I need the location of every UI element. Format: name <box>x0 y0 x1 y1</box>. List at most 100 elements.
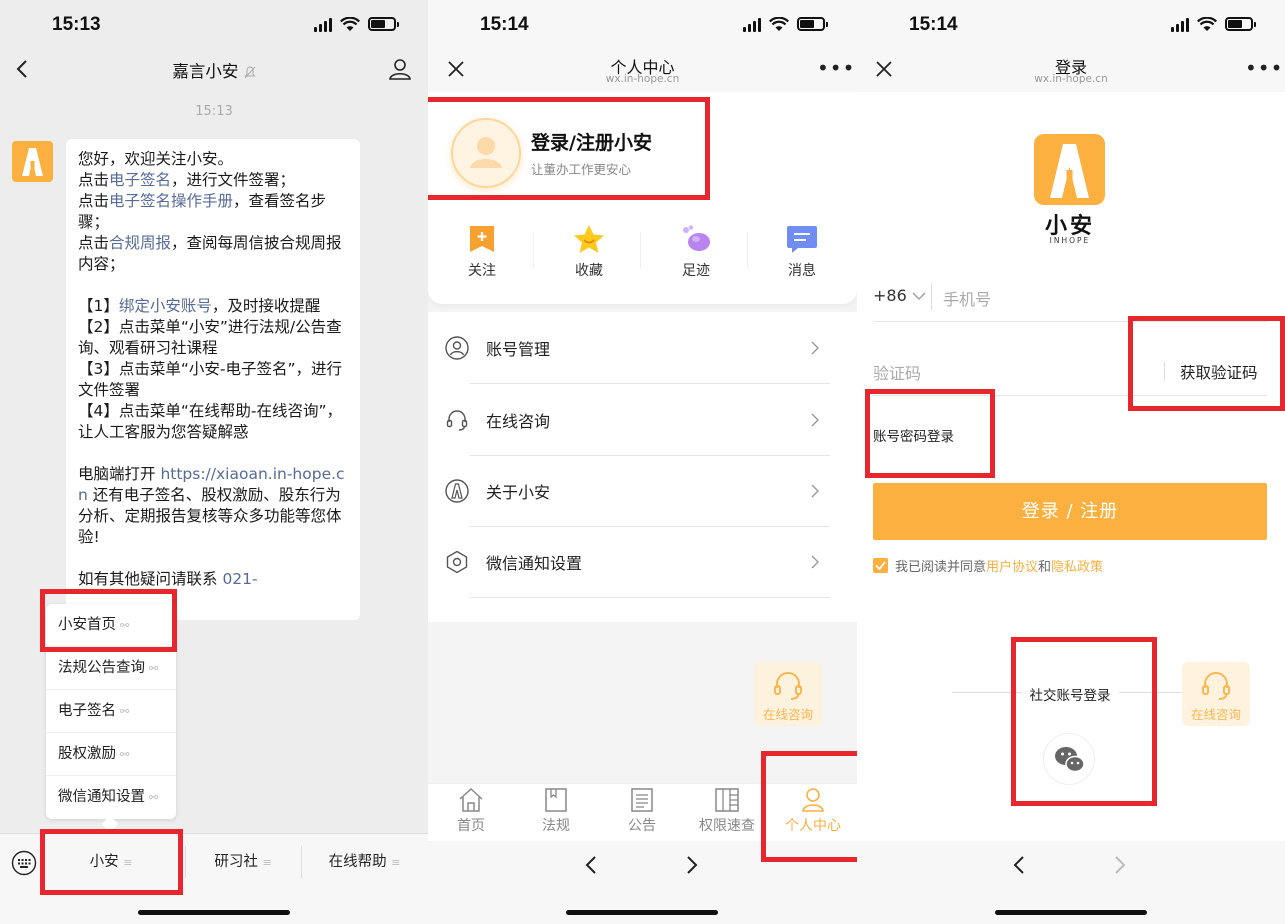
official-account-avatar[interactable] <box>12 141 53 182</box>
submenu-item-equity[interactable]: 股权激励 ⚯ <box>46 733 176 776</box>
wifi-icon <box>1197 16 1217 31</box>
battery-icon <box>797 17 828 31</box>
msg-line: 点击电子签名，进行文件签署； <box>78 171 296 189</box>
country-code-select[interactable]: +86 <box>873 286 926 305</box>
more-options-icon[interactable]: ••• <box>817 58 855 78</box>
logo-subtext: INHOPE <box>1049 236 1091 245</box>
keyboard-icon[interactable] <box>11 850 37 876</box>
user-agreement-link[interactable]: 用户协议 <box>986 560 1038 575</box>
default-avatar[interactable] <box>451 118 521 188</box>
row-about[interactable]: 关于小安 <box>428 455 857 526</box>
input-underline <box>873 395 1267 396</box>
msg-line: 【2】点击菜单“小安”进行法规/公告查询、观看研习社课程 <box>78 318 342 357</box>
page-domain: wx.in-hope.cn <box>1034 73 1108 85</box>
login-register-title[interactable]: 登录/注册小安 <box>531 128 652 155</box>
row-online-consult[interactable]: 在线咨询 <box>428 384 857 455</box>
menu-study[interactable]: 研习社 ≡ <box>185 850 301 875</box>
browser-forward-icon[interactable] <box>685 855 699 875</box>
status-time: 15:13 <box>52 14 101 35</box>
xiaoan-logo-icon <box>1050 144 1089 198</box>
login-subtitle: 让董办工作更安心 <box>531 162 632 177</box>
divider <box>533 232 534 268</box>
signal-icon <box>1171 16 1189 32</box>
check-icon <box>875 561 886 571</box>
phone-input[interactable]: 手机号 <box>943 286 991 310</box>
user-icon <box>802 788 824 812</box>
link-icon: ⚯ <box>149 791 159 804</box>
settings-hex-icon <box>446 550 468 573</box>
quick-messages[interactable]: 消息 <box>772 224 832 280</box>
divider <box>931 284 932 310</box>
floating-consult-button[interactable]: 在线咨询 <box>1182 662 1250 726</box>
row-account-management[interactable]: 账号管理 <box>428 312 857 383</box>
wechat-icon <box>1055 747 1085 773</box>
chat-screen: 15:13 嘉言小安 15:13 您好，欢迎关注小安。 点击电子签名，进行文件签… <box>0 0 428 924</box>
verification-code-input[interactable]: 验证码 <box>873 360 921 384</box>
headset-icon <box>774 672 802 700</box>
menu-glyph-icon: ≡ <box>391 856 401 869</box>
tab-regulations[interactable]: 法规 <box>513 787 599 835</box>
more-options-icon[interactable]: ••• <box>1245 58 1283 78</box>
bind-account-link[interactable]: 绑定小安账号 <box>119 297 212 315</box>
headset-icon <box>446 409 468 431</box>
user-placeholder-icon <box>470 137 502 168</box>
document-icon <box>631 788 653 812</box>
submenu-item-home[interactable]: 小安首页 ⚯ <box>46 604 176 647</box>
privacy-policy-link[interactable]: 隐私政策 <box>1051 560 1103 575</box>
browser-back-icon[interactable] <box>584 855 598 875</box>
link-icon: ⚯ <box>149 661 159 675</box>
login-screen: 15:14 登录 wx.in-hope.cn ••• 小安 INHOPE +86… <box>857 0 1285 924</box>
agreement-row: 我已阅读并同意用户协议和隐私政策 <box>873 556 1103 575</box>
e-sign-link[interactable]: 电子签名 <box>109 171 171 189</box>
status-time: 15:14 <box>480 14 529 35</box>
wechat-login-button[interactable] <box>1043 733 1095 785</box>
signal-icon <box>743 16 761 32</box>
get-code-button[interactable]: 获取验证码 <box>1180 361 1258 383</box>
tab-permission-lookup[interactable]: 权限速查 <box>684 787 770 835</box>
chevron-right-icon <box>811 484 819 498</box>
divider <box>1164 362 1165 380</box>
chat-title: 嘉言小安 <box>0 58 428 82</box>
quick-favorites[interactable]: 收藏 <box>559 224 619 280</box>
quick-footprint[interactable]: 足迹 <box>666 224 726 280</box>
submenu-popup: 小安首页 ⚯ 法规公告查询 ⚯ 电子签名 ⚯ 股权激励 ⚯ 微信通知设置 ⚯ <box>46 604 176 819</box>
account-icon <box>445 335 469 360</box>
menu-xiaoan[interactable]: 小安 ≡ <box>46 850 176 875</box>
msg-line: 【1】绑定小安账号，及时接收提醒 <box>78 297 321 315</box>
divider <box>747 232 748 268</box>
chat-timestamp: 15:13 <box>195 104 233 119</box>
profile-icon[interactable] <box>388 58 412 80</box>
status-time: 15:14 <box>909 14 958 35</box>
e-sign-manual-link[interactable]: 电子签名操作手册 <box>109 192 233 210</box>
phone-link[interactable]: 021- <box>222 570 257 588</box>
browser-forward-icon[interactable] <box>1113 855 1127 875</box>
submenu-item-wechat-notify[interactable]: 微信通知设置 ⚯ <box>46 776 176 819</box>
welcome-message-bubble: 您好，欢迎关注小安。 点击电子签名，进行文件签署； 点击电子签名操作手册，查看签… <box>66 139 360 620</box>
row-wechat-notify[interactable]: 微信通知设置 <box>428 526 857 597</box>
login-register-button[interactable]: 登录 / 注册 <box>873 483 1267 540</box>
tab-personal-center[interactable]: 个人中心 <box>770 787 856 835</box>
menu-online-help[interactable]: 在线帮助 ≡ <box>301 850 428 875</box>
home-indicator <box>566 910 718 915</box>
home-indicator <box>138 910 290 915</box>
signal-icon <box>314 16 332 32</box>
tab-home[interactable]: 首页 <box>428 787 514 835</box>
divider <box>470 597 830 598</box>
floating-consult-button[interactable]: 在线咨询 <box>754 662 822 726</box>
input-underline <box>873 321 1267 322</box>
msg-line: 如有其他疑问请联系 021- <box>78 570 258 588</box>
chat-title-text: 嘉言小安 <box>172 62 239 81</box>
quick-follow[interactable]: 关注 <box>452 224 512 280</box>
password-login-link[interactable]: 账号密码登录 <box>873 425 954 445</box>
chevron-down-icon <box>912 292 926 300</box>
submenu-item-e-sign[interactable]: 电子签名 ⚯ <box>46 690 176 733</box>
agreement-checkbox[interactable] <box>873 558 888 573</box>
submenu-item-regulations[interactable]: 法规公告查询 ⚯ <box>46 647 176 690</box>
weekly-report-link[interactable]: 合规周报 <box>109 234 171 252</box>
browser-back-icon[interactable] <box>1012 855 1026 875</box>
tab-announcements[interactable]: 公告 <box>599 787 685 835</box>
xiaoan-about-icon <box>445 478 469 503</box>
wifi-icon <box>769 16 789 31</box>
msg-line: 电脑端打开 https://xiaoan.in-hope.cn 还有电子签名、股… <box>78 465 345 546</box>
headset-icon <box>1202 672 1230 700</box>
